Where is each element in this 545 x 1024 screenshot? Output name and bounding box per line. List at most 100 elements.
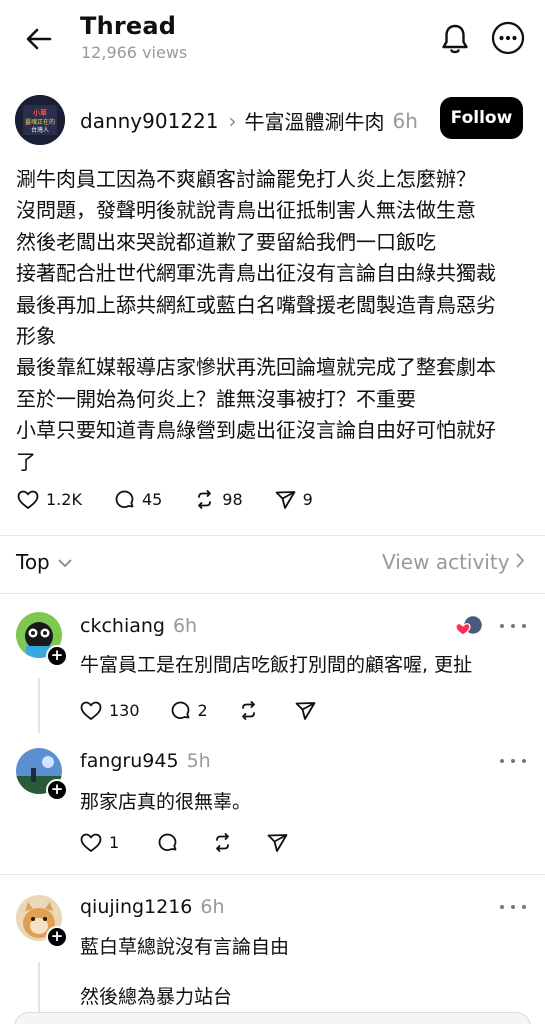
plus-icon: + xyxy=(50,927,64,945)
repost-icon xyxy=(241,701,255,720)
post-author-row: danny901221 › 牛富溫體涮牛肉 6h xyxy=(80,106,418,135)
post-username[interactable]: danny901221 xyxy=(80,109,219,133)
comment-count: 45 xyxy=(141,490,163,509)
share-icon xyxy=(267,833,288,852)
share-icon xyxy=(295,701,316,720)
comment-button[interactable] xyxy=(157,832,178,853)
comment-icon xyxy=(158,833,177,851)
comment-button[interactable]: 2 xyxy=(170,700,208,721)
chevron-down-icon xyxy=(58,553,72,572)
reply-username[interactable]: fangru945 xyxy=(80,750,179,772)
avatar-text-line-2: 靈魂正在的 xyxy=(25,118,55,126)
reply-time: 6h xyxy=(200,896,225,918)
reply-actions: 1 xyxy=(80,832,288,853)
reply-username[interactable]: ckchiang xyxy=(80,615,165,637)
repost-button[interactable] xyxy=(238,700,259,721)
chevron-right-icon xyxy=(516,552,525,573)
follow-button[interactable]: Follow xyxy=(440,97,523,139)
post-body: 涮牛肉員工因為不爽顧客討論罷免打人炎上怎麼辦？ 沒問題，發聲明後就說青鳥出征抵制… xyxy=(16,164,516,478)
follow-plus-button[interactable]: + xyxy=(46,645,68,667)
reply-header: ckchiang 6h xyxy=(80,615,197,637)
more-dots-icon xyxy=(500,905,504,909)
post-line: 最後靠紅媒報導店家慘狀再洗回論壇就完成了整套劇本 xyxy=(16,355,496,380)
share-button[interactable] xyxy=(267,833,288,853)
divider xyxy=(0,535,545,536)
plus-icon: + xyxy=(50,646,64,664)
reply-text: 藍白草總說沒有言論自由 xyxy=(80,936,290,958)
like-button[interactable]: 1 xyxy=(80,833,119,853)
reply-text-continued: 然後總為暴力站台 xyxy=(80,986,233,1008)
more-dots-icon xyxy=(500,624,504,628)
repost-button[interactable]: 98 xyxy=(194,489,243,510)
reply-header: fangru945 5h xyxy=(80,750,211,772)
post-line: 最後再加上舔共網紅或藍白名嘴聲援老闆製造青鳥惡劣 xyxy=(16,292,496,317)
like-count: 1.2K xyxy=(46,490,82,509)
avatar-text-line-1: 小草 xyxy=(32,108,47,117)
post-author-avatar[interactable]: 小草 靈魂正在的 台灣人 xyxy=(15,95,65,145)
like-count: 1 xyxy=(109,833,120,852)
follow-plus-button[interactable]: + xyxy=(46,779,68,801)
post-line: 沒問題，發聲明後就說青鳥出征抵制害人無法做生意 xyxy=(16,198,476,223)
follow-plus-button[interactable]: + xyxy=(46,926,68,948)
post-line: 了 xyxy=(16,449,36,474)
more-options-button[interactable] xyxy=(489,19,527,57)
reply-username[interactable]: qiujing1216 xyxy=(80,896,192,918)
view-activity-link[interactable]: View activity xyxy=(382,550,525,574)
back-arrow-icon xyxy=(26,28,52,50)
reply-text: 牛富員工是在別間店吃飯打別間的顧客喔, 更扯 xyxy=(80,654,473,676)
heart-icon xyxy=(17,490,39,509)
more-dots-button[interactable] xyxy=(500,897,526,917)
bell-icon xyxy=(442,24,468,54)
reply-time: 6h xyxy=(172,615,198,637)
plus-icon: + xyxy=(50,780,64,798)
heart-icon xyxy=(80,701,102,720)
like-button[interactable]: 130 xyxy=(80,701,140,721)
post-line: 小草只要知道青鳥綠營到處出征沒言論自由好可怕就好 xyxy=(16,418,496,443)
repost-icon xyxy=(216,833,230,852)
sort-dropdown[interactable]: Top xyxy=(16,550,72,574)
divider xyxy=(0,874,545,875)
comment-button[interactable]: 45 xyxy=(114,489,162,510)
share-button[interactable]: 9 xyxy=(275,490,313,510)
share-button[interactable] xyxy=(295,701,316,721)
post-time: 6h xyxy=(392,108,418,133)
post-topic[interactable]: 牛富溫體涮牛肉 xyxy=(245,106,385,135)
more-circle-icon xyxy=(491,21,525,55)
repost-button[interactable] xyxy=(212,832,233,853)
more-dots-button[interactable] xyxy=(500,616,526,636)
post-actions: 1.2K 45 98 9 xyxy=(17,489,313,510)
back-button[interactable] xyxy=(22,22,56,56)
like-button[interactable]: 1.2K xyxy=(17,490,82,510)
notifications-button[interactable] xyxy=(436,20,474,58)
liked-by-avatar xyxy=(455,614,485,638)
post-line: 至於一開始為何炎上？誰無沒事被打？不重要 xyxy=(16,386,416,411)
avatar-text-line-3: 台灣人 xyxy=(31,126,49,134)
more-dots-button[interactable] xyxy=(500,751,526,771)
share-icon xyxy=(275,490,296,509)
page-title: Thread xyxy=(80,12,177,40)
reply-header: qiujing1216 6h xyxy=(80,896,225,918)
sort-label: Top xyxy=(16,550,50,574)
heart-icon xyxy=(80,833,102,852)
comment-icon xyxy=(171,701,189,719)
repost-count: 98 xyxy=(222,490,243,509)
post-line: 形象 xyxy=(16,324,56,349)
post-line: 涮牛肉員工因為不爽顧客討論罷免打人炎上怎麼辦？ xyxy=(16,167,476,191)
comment-icon xyxy=(115,490,134,508)
divider xyxy=(0,593,545,594)
chevron-right-icon: › xyxy=(228,108,237,133)
reply-actions: 130 2 xyxy=(80,700,316,721)
thread-line xyxy=(38,678,40,733)
reply-text: 那家店真的很無辜。 xyxy=(80,791,252,813)
reply-composer-bar[interactable] xyxy=(14,1012,531,1024)
view-count: 12,966 views xyxy=(81,43,188,62)
post-line: 接著配合壯世代網軍洗青鳥出征沒有言論自由綠共獨裁 xyxy=(16,261,496,286)
avatar-image: 小草 靈魂正在的 台灣人 xyxy=(15,95,65,145)
share-count: 9 xyxy=(302,490,313,509)
repost-icon xyxy=(198,490,212,509)
view-activity-label: View activity xyxy=(382,550,510,574)
post-line: 然後老闆出來哭說都道歉了要留給我們一口飯吃 xyxy=(16,229,436,254)
like-count: 130 xyxy=(109,701,140,720)
reply-time: 5h xyxy=(186,750,211,772)
comment-count: 2 xyxy=(197,701,208,720)
